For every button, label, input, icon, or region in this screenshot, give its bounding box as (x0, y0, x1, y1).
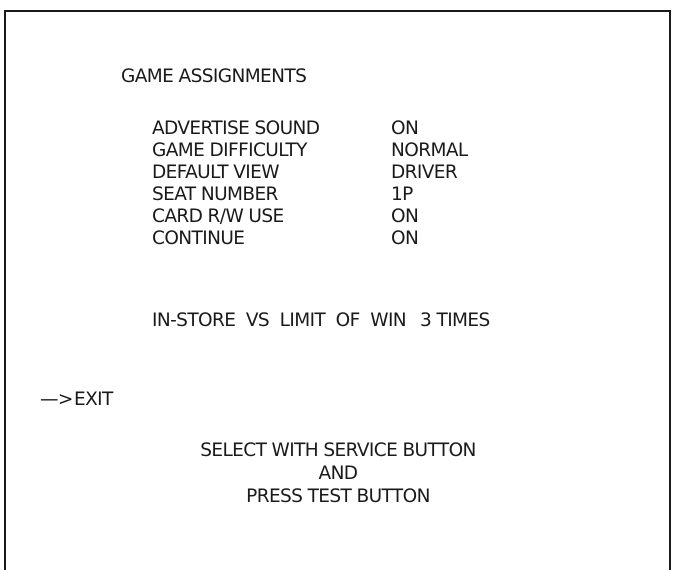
setting-label-game-difficulty[interactable]: GAME DIFFICULTY (152, 140, 307, 162)
setting-label-continue[interactable]: CONTINUE (152, 228, 245, 250)
selection-cursor-icon: —> (40, 389, 73, 410)
win-limit-label: IN-STORE VS LIMIT OF WIN (152, 310, 407, 331)
setting-value-default-view[interactable]: DRIVER (391, 162, 458, 184)
test-menu-screen: GAME ASSIGNMENTS ADVERTISE SOUND ON GAME… (4, 10, 671, 570)
instruction-line-2: AND (318, 463, 359, 484)
setting-value-advertise-sound[interactable]: ON (391, 118, 419, 140)
setting-label-seat-number[interactable]: SEAT NUMBER (152, 184, 278, 206)
win-limit-value: 3 TIMES (420, 310, 490, 331)
setting-value-card-rw-use[interactable]: ON (391, 206, 419, 228)
instruction-line-3: PRESS TEST BUTTON (246, 486, 430, 507)
win-limit-setting[interactable]: IN-STORE VS LIMIT OF WIN 3 TIMES (152, 310, 490, 332)
setting-value-game-difficulty[interactable]: NORMAL (391, 140, 468, 162)
menu-title: GAME ASSIGNMENTS (121, 66, 307, 87)
setting-label-default-view[interactable]: DEFAULT VIEW (152, 162, 280, 184)
setting-value-seat-number[interactable]: 1P (391, 184, 413, 206)
setting-label-card-rw-use[interactable]: CARD R/W USE (152, 206, 284, 228)
instruction-line-1: SELECT WITH SERVICE BUTTON (200, 440, 476, 461)
exit-menu-item[interactable]: EXIT (74, 389, 113, 411)
setting-value-continue[interactable]: ON (391, 228, 419, 250)
setting-label-advertise-sound[interactable]: ADVERTISE SOUND (152, 118, 320, 140)
